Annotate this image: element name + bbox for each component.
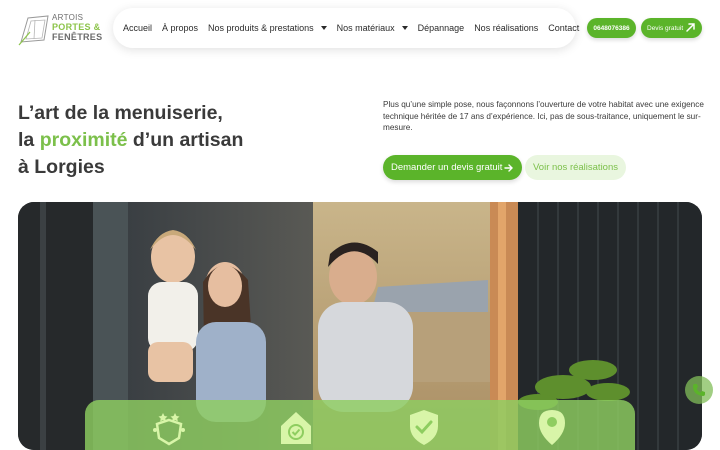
arrow-up-right-icon <box>686 23 695 32</box>
headline-line-2-start: la <box>18 129 40 151</box>
request-quote-label: Demander un devis gratuit <box>391 162 503 173</box>
view-realisations-label: Voir nos réalisations <box>532 162 619 173</box>
nav-item-realisations[interactable]: Nos réalisations <box>474 23 538 33</box>
logo-line-portes: PORTES & <box>52 22 101 32</box>
logo-line-artois: ARTOIS <box>52 13 84 22</box>
headline-line-2-end: d’un artisan <box>127 129 244 151</box>
request-quote-button[interactable]: Demander un devis gratuit <box>383 155 522 180</box>
nav-item-a-propos[interactable]: À propos <box>162 23 198 33</box>
phone-number: 0648076386 <box>593 24 630 32</box>
logo-window-icon <box>18 15 49 46</box>
chevron-down-icon <box>320 26 327 30</box>
arrow-right-icon <box>504 164 513 172</box>
hero-headline: L’art de la menuiserie, la proximité d’u… <box>18 100 358 181</box>
nav-item-depannage[interactable]: Dépannage <box>418 23 465 33</box>
nav-item-label: À propos <box>162 23 199 33</box>
nav-item-label: Contact <box>548 23 580 33</box>
stars-badge-icon <box>153 413 185 446</box>
nav-item-label: Nos produits & prestations <box>208 23 314 33</box>
nav-item-accueil[interactable]: Accueil <box>123 23 152 33</box>
headline-line-3: à Lorgies <box>18 156 105 178</box>
shield-check-icon <box>410 410 438 445</box>
headline-line-1: L’art de la menuiserie, <box>18 102 223 124</box>
nav-item-produits-prestations[interactable]: Nos produits & prestations <box>208 23 327 33</box>
chevron-down-icon <box>401 26 408 30</box>
logo-line-fenetres: FENÊTRES <box>52 32 103 42</box>
nav-item-materiaux[interactable]: Nos matériaux <box>337 23 408 33</box>
nav-item-label: Dépannage <box>417 23 465 33</box>
main-navigation: Accueil À propos Nos produits & prestati… <box>113 8 579 48</box>
phone-button[interactable]: 0648076386 <box>587 18 636 38</box>
hero-intro-text: Plus qu’une simple pose, nous façonnons … <box>383 100 704 132</box>
nav-item-contact[interactable]: Contact <box>548 23 579 33</box>
home-check-icon <box>281 412 311 444</box>
floating-call-button[interactable] <box>685 376 713 404</box>
site-logo[interactable]: ARTOIS PORTES & FENÊTRES <box>18 12 104 46</box>
nav-item-label: Nos matériaux <box>336 23 395 33</box>
location-pin-icon <box>539 410 565 445</box>
view-realisations-button[interactable]: Voir nos réalisations <box>525 155 626 180</box>
features-bar <box>85 400 635 450</box>
phone-icon <box>693 384 705 396</box>
nav-item-label: Accueil <box>123 23 153 33</box>
nav-item-label: Nos réalisations <box>474 23 539 33</box>
headline-accent-word: proximité <box>39 129 128 151</box>
devis-gratuit-label: Devis gratuit <box>647 24 684 32</box>
devis-gratuit-button[interactable]: Devis gratuit <box>641 18 702 38</box>
